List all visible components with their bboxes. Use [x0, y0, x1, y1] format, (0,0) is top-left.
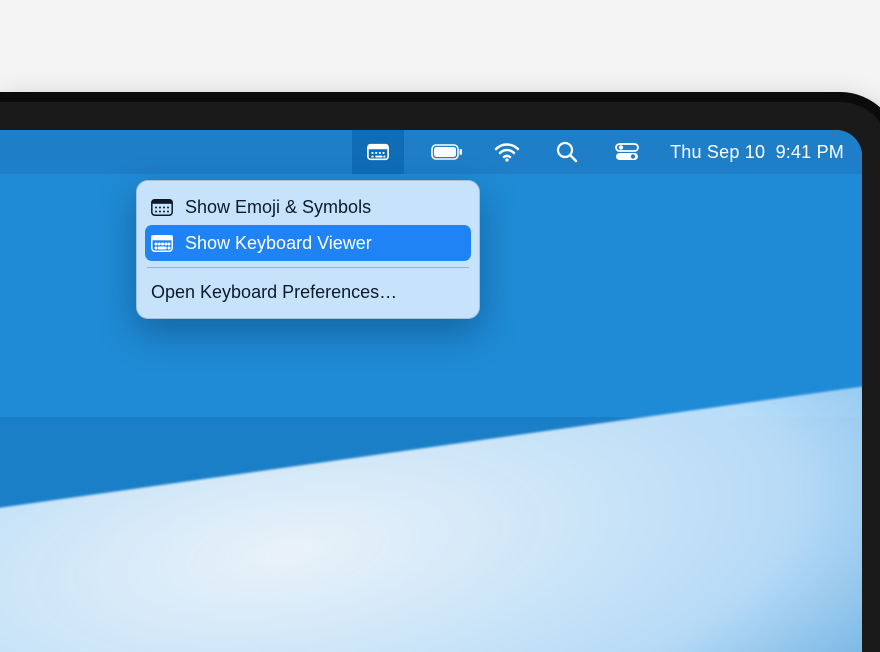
menu-item-label: Open Keyboard Preferences… [151, 282, 461, 303]
battery-icon [431, 144, 463, 160]
keyboard-viewer-icon [151, 235, 173, 252]
input-menu-icon [367, 143, 389, 161]
menu-separator [147, 267, 469, 268]
character-viewer-icon [151, 199, 173, 216]
menubar-battery[interactable] [430, 130, 464, 174]
menubar: Thu Sep 10 9:41 PM [0, 130, 862, 174]
wallpaper [0, 380, 862, 652]
menu-item-show-keyboard-viewer[interactable]: Show Keyboard Viewer [145, 225, 471, 261]
menu-item-open-keyboard-preferences[interactable]: Open Keyboard Preferences… [145, 274, 471, 310]
menubar-clock[interactable]: Thu Sep 10 9:41 PM [670, 130, 844, 174]
control-center-icon [615, 143, 639, 161]
menubar-input-menu[interactable] [352, 130, 404, 174]
menu-item-show-emoji[interactable]: Show Emoji & Symbols [145, 189, 471, 225]
menubar-control-center[interactable] [610, 130, 644, 174]
menu-item-label: Show Keyboard Viewer [185, 233, 461, 254]
menubar-wifi[interactable] [490, 130, 524, 174]
clock-text: Thu Sep 10 9:41 PM [670, 142, 844, 163]
menubar-spotlight[interactable] [550, 130, 584, 174]
device-bezel: Thu Sep 10 9:41 PM Show Emoji & Symbols [0, 102, 880, 652]
input-menu-dropdown: Show Emoji & Symbols Show Keyboard Viewe… [136, 180, 480, 319]
search-icon [556, 141, 578, 163]
desktop: Thu Sep 10 9:41 PM Show Emoji & Symbols [0, 130, 862, 652]
wifi-icon [494, 142, 520, 162]
menu-item-label: Show Emoji & Symbols [185, 197, 461, 218]
device-frame: Thu Sep 10 9:41 PM Show Emoji & Symbols [0, 92, 880, 652]
